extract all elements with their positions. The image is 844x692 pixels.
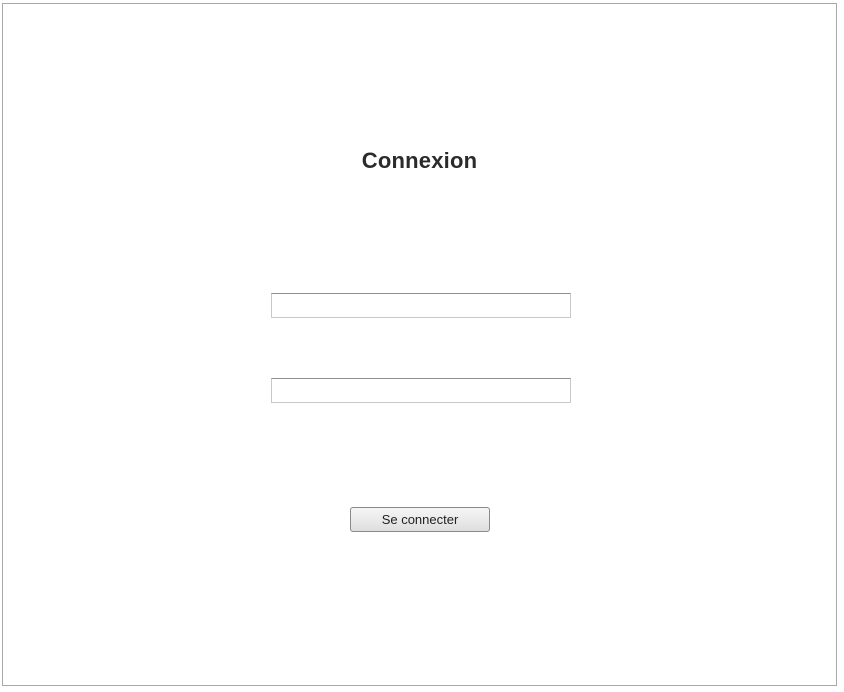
username-input[interactable] [271, 293, 571, 318]
login-button[interactable]: Se connecter [350, 507, 490, 532]
password-input[interactable] [271, 378, 571, 403]
login-frame: Connexion Se connecter [2, 3, 837, 686]
page-title: Connexion [361, 148, 478, 173]
